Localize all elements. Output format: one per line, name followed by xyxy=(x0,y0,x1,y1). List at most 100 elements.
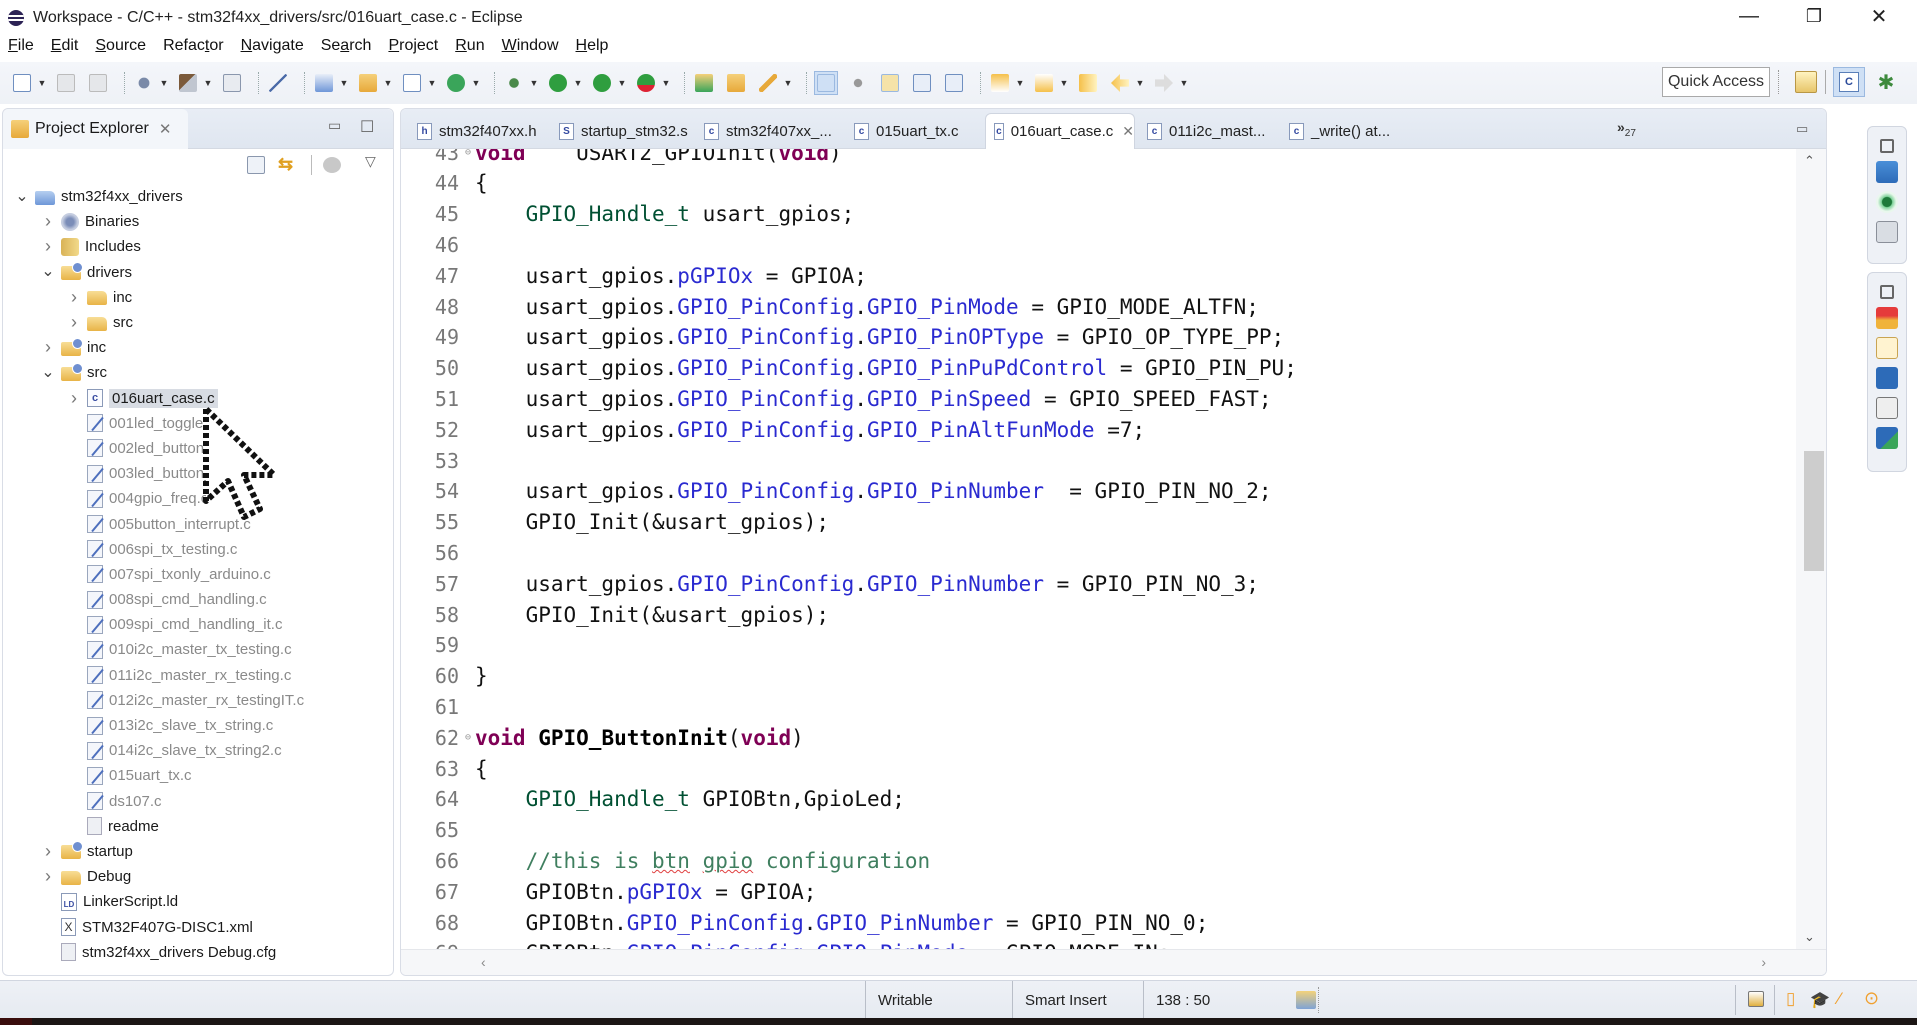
new-button[interactable] xyxy=(10,71,34,95)
tree-item[interactable]: › inc xyxy=(3,285,393,310)
fold-toggle-icon[interactable]: ⊖ xyxy=(465,732,475,743)
tutorials-icon[interactable]: 🎓 xyxy=(1810,990,1830,1010)
search-button[interactable] xyxy=(756,71,780,95)
make-target-icon[interactable] xyxy=(1876,191,1898,213)
save-button[interactable] xyxy=(54,71,78,95)
fold-toggle-icon[interactable]: ⊖ xyxy=(465,149,475,158)
tree-item[interactable]: X STM32F407G-DISC1.xml xyxy=(3,914,393,939)
tree-item[interactable]: 005button_interrupt.c xyxy=(3,511,393,536)
tree-item[interactable]: 007spi_txonly_arduino.c xyxy=(3,562,393,587)
collapse-all-icon[interactable] xyxy=(247,156,265,174)
project-explorer-tab[interactable]: Project Explorer ✕ xyxy=(3,109,188,149)
maximize-view-icon[interactable]: ☐ xyxy=(360,117,376,136)
editor-tab[interactable]: c stm32f407xx_... xyxy=(696,113,840,149)
tree-item[interactable]: › src xyxy=(3,310,393,335)
dropdown-arrow-icon[interactable]: ▼ xyxy=(660,78,672,88)
tree-item[interactable]: › Binaries xyxy=(3,209,393,234)
tree-item[interactable]: 011i2c_master_rx_testing.c xyxy=(3,663,393,688)
editor-tab[interactable]: c 015uart_tx.c xyxy=(846,113,976,149)
skip-breakpoints-button[interactable] xyxy=(266,71,290,95)
menu-window[interactable]: Window xyxy=(494,37,568,55)
run-button[interactable] xyxy=(546,71,570,95)
samples-icon[interactable]: ⁄ xyxy=(1838,989,1841,1009)
open-perspective-icon[interactable] xyxy=(1795,71,1817,93)
dropdown-arrow-icon[interactable]: ▼ xyxy=(782,78,794,88)
overview-icon[interactable]: ▯ xyxy=(1786,989,1795,1009)
open-element-button[interactable] xyxy=(724,71,748,95)
toggle-block-selection-button[interactable] xyxy=(910,71,934,95)
menu-refactor[interactable]: Refactor xyxy=(155,37,232,55)
close-button[interactable]: ✕ xyxy=(1850,0,1908,32)
problems-icon[interactable] xyxy=(1876,307,1898,329)
tree-item[interactable]: › Debug xyxy=(3,864,393,889)
console-icon[interactable] xyxy=(1876,367,1898,389)
editor-tab[interactable]: c _write() at... xyxy=(1281,113,1431,149)
tree-item[interactable]: ⌄ src xyxy=(3,360,393,385)
dropdown-arrow-icon[interactable]: ▼ xyxy=(1014,78,1026,88)
tree-item[interactable]: 010i2c_master_tx_testing.c xyxy=(3,637,393,662)
minimize-button[interactable]: — xyxy=(1720,0,1778,32)
vertical-scrollbar[interactable]: ⌃ ⌄ xyxy=(1796,149,1826,949)
external-tools-button[interactable] xyxy=(634,71,658,95)
tree-item[interactable]: 006spi_tx_testing.c xyxy=(3,537,393,562)
dropdown-arrow-icon[interactable]: ▼ xyxy=(36,78,48,88)
tree-item[interactable]: 001led_toggle.c xyxy=(3,411,393,436)
tree-item[interactable]: 015uart_tx.c xyxy=(3,763,393,788)
tree-item[interactable]: 002led_button.c xyxy=(3,436,393,461)
build-settings-button[interactable] xyxy=(132,71,156,95)
show-whitespace-button[interactable] xyxy=(942,71,966,95)
dropdown-arrow-icon[interactable]: ▼ xyxy=(1178,78,1190,88)
code-editor[interactable]: 43 ⊖ void USART2_GPIOInit(void) 44{45 GPIO_… xyxy=(415,149,1775,949)
collapsed-chevron-icon[interactable]: › xyxy=(41,841,55,862)
dropdown-arrow-icon[interactable]: ▼ xyxy=(528,78,540,88)
debug-button[interactable] xyxy=(502,71,526,95)
back-button[interactable] xyxy=(1108,71,1132,95)
tab-overflow-button[interactable]: »27 xyxy=(1617,119,1636,139)
tree-item[interactable]: 013i2c_slave_tx_string.c xyxy=(3,713,393,738)
menu-edit[interactable]: Edit xyxy=(43,37,88,55)
dropdown-arrow-icon[interactable]: ▼ xyxy=(616,78,628,88)
restore-stack-icon[interactable] xyxy=(1880,139,1894,153)
collapsed-chevron-icon[interactable]: › xyxy=(41,866,55,887)
menu-file[interactable]: File xyxy=(0,37,43,55)
collapsed-chevron-icon[interactable]: › xyxy=(67,287,81,308)
save-all-button[interactable] xyxy=(86,71,110,95)
new-folder-button[interactable] xyxy=(356,71,380,95)
restore-button[interactable]: ❐ xyxy=(1785,0,1843,32)
properties-icon[interactable] xyxy=(1876,397,1898,419)
view-menu-icon[interactable]: ▽ xyxy=(365,153,376,170)
restore-stack-icon[interactable] xyxy=(1880,285,1894,299)
menu-project[interactable]: Project xyxy=(380,37,447,55)
whats-new-icon[interactable]: ⊙ xyxy=(1864,988,1879,1009)
tree-item[interactable]: readme xyxy=(3,814,393,839)
collapsed-chevron-icon[interactable]: › xyxy=(41,337,55,358)
new-c-project-button[interactable] xyxy=(312,71,336,95)
debug-perspective-icon[interactable]: ✱ xyxy=(1874,70,1898,94)
open-type-button[interactable] xyxy=(692,71,716,95)
collapsed-chevron-icon[interactable]: › xyxy=(41,211,55,232)
menu-run[interactable]: Run xyxy=(447,37,493,55)
tree-item[interactable]: › Includes xyxy=(3,234,393,259)
tree-item[interactable]: ⌄ stm32f4xx_drivers xyxy=(3,184,393,209)
tree-item[interactable]: › inc xyxy=(3,335,393,360)
quick-access-field[interactable]: Quick Access xyxy=(1662,67,1770,97)
dropdown-arrow-icon[interactable]: ▼ xyxy=(202,78,214,88)
editor-tab[interactable]: c 011i2c_mast... xyxy=(1139,113,1275,149)
tree-item[interactable]: ⌄ drivers xyxy=(3,260,393,285)
toggle-word-wrap-button[interactable] xyxy=(878,71,902,95)
menu-source[interactable]: Source xyxy=(87,37,155,55)
new-class-button[interactable] xyxy=(444,71,468,95)
run-coverage-button[interactable] xyxy=(590,71,614,95)
link-with-editor-icon[interactable]: ⇆ xyxy=(278,154,293,175)
dropdown-arrow-icon[interactable]: ▼ xyxy=(382,78,394,88)
tree-item[interactable]: LD LinkerScript.ld xyxy=(3,889,393,914)
tree-item[interactable]: ds107.c xyxy=(3,789,393,814)
scroll-down-icon[interactable]: ⌄ xyxy=(1804,929,1815,945)
collapsed-chevron-icon[interactable]: › xyxy=(67,312,81,333)
task-list-icon[interactable] xyxy=(1876,221,1898,243)
next-annotation-button[interactable] xyxy=(988,71,1012,95)
scroll-right-icon[interactable]: › xyxy=(1761,954,1766,970)
close-view-icon[interactable]: ✕ xyxy=(159,120,172,138)
horizontal-scrollbar[interactable]: ‹ › xyxy=(401,949,1826,975)
menu-search[interactable]: Search xyxy=(313,37,381,55)
